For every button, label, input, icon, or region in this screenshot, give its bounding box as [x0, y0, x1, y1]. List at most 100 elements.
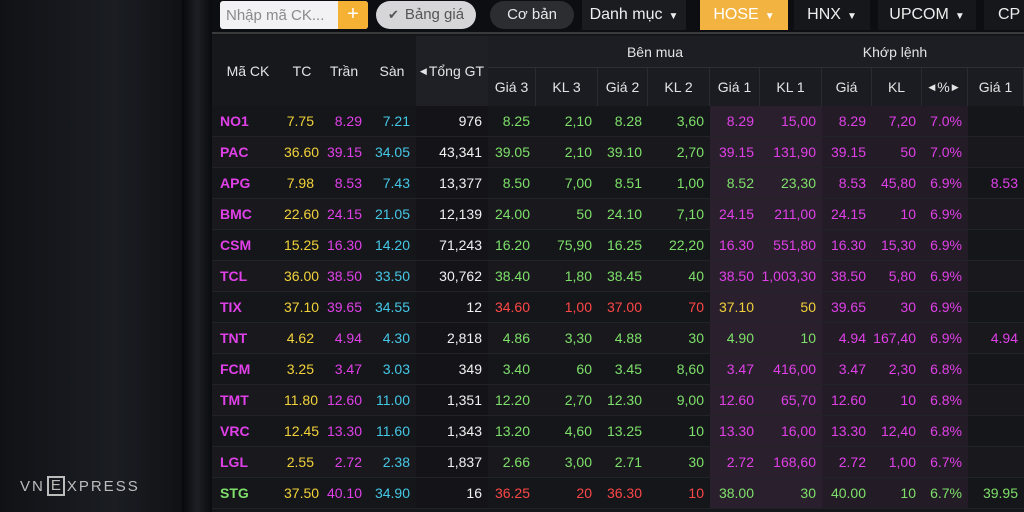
table-row[interactable]: APG 7.98 8.53 7.43 13,377 8.50 7,00 8.51 1,00 8.5… — [212, 168, 1024, 199]
tab-upcom-label: UPCOM — [889, 6, 949, 23]
cell-total: 976 — [416, 106, 488, 136]
table-row[interactable]: NO1 7.75 8.29 7.21 976 8.25 2,10 8.28 3,60 8.29 15… — [212, 106, 1024, 137]
cell-p2: 4.88 — [614, 330, 642, 346]
cell-sp1: 4.94 — [990, 330, 1018, 346]
col-buy-vol1-header[interactable]: KL 1 — [760, 68, 822, 106]
cell-floor: 11.00 — [376, 392, 410, 408]
cell-p1: 13.30 — [710, 416, 760, 446]
col-ceil-header[interactable]: Trần — [320, 36, 368, 106]
table-row[interactable]: BMC 22.60 24.15 21.05 12,139 24.00 50 24.10 7,10… — [212, 199, 1024, 230]
cell-total: 13,377 — [416, 168, 488, 198]
col-symbol-header[interactable]: Mã CK — [212, 36, 284, 106]
cell-ceil: 40.10 — [326, 485, 362, 501]
cell-v3: 50 — [576, 206, 592, 222]
table-row[interactable]: VRC 12.45 13.30 11.60 1,343 13.20 4,60 13.25 10 1… — [212, 416, 1024, 447]
col-buy-price3-header[interactable]: Giá 3 — [488, 68, 536, 106]
cell-sym[interactable]: TIX — [212, 292, 284, 322]
cell-p2: 39.10 — [606, 144, 642, 160]
cell-v2: 40 — [688, 268, 704, 284]
cell-sym[interactable]: TMT — [212, 385, 284, 415]
price-board-button[interactable]: ✔ Bảng giá — [376, 1, 476, 29]
cell-v1: 416,00 — [760, 354, 822, 384]
col-buy-vol2-header[interactable]: KL 2 — [648, 68, 710, 106]
cell-p2: 3.45 — [614, 361, 642, 377]
cell-total: 16 — [416, 478, 488, 508]
tab-hose[interactable]: HOSE ▼ — [700, 0, 788, 30]
col-sell-price1-header[interactable]: Giá 1 — [968, 68, 1024, 106]
cell-v1: 211,00 — [760, 199, 822, 229]
cell-sym[interactable]: CSM — [212, 230, 284, 260]
cell-sym[interactable]: TNT — [212, 323, 284, 353]
tab-hnx[interactable]: HNX ▼ — [794, 0, 870, 30]
monitor-bezel — [182, 0, 212, 512]
table-row[interactable]: TMT 11.80 12.60 11.00 1,351 12.20 2,70 12.30 9,0… — [212, 385, 1024, 416]
cell-sym[interactable]: LGL — [212, 447, 284, 477]
cell-floor: 21.05 — [374, 206, 410, 222]
cell-p1: 37.10 — [710, 292, 760, 322]
cell-p1: 8.52 — [710, 168, 760, 198]
col-buy-vol3-header[interactable]: KL 3 — [536, 68, 598, 106]
cell-v3: 3,30 — [564, 330, 592, 346]
col-match-vol-header[interactable]: KL — [872, 68, 922, 106]
col-buy-price2-header[interactable]: Giá 2 — [598, 68, 648, 106]
cell-p1: 16.30 — [710, 230, 760, 260]
cell-mp: 3.47 — [822, 354, 872, 384]
cell-floor: 11.60 — [376, 423, 410, 439]
cell-ref: 36.60 — [284, 144, 320, 160]
cell-sym[interactable]: PAC — [212, 137, 284, 167]
cell-p3: 34.60 — [494, 299, 530, 315]
cell-sym[interactable]: BMC — [212, 199, 284, 229]
cell-pct: 6.8% — [922, 416, 968, 446]
table-row[interactable]: PAC 36.60 39.15 34.05 43,341 39.05 2,10 39.10 2,… — [212, 137, 1024, 168]
cell-pct: 6.9% — [922, 261, 968, 291]
cell-sp1 — [968, 354, 1024, 384]
cell-sym[interactable]: TCL — [212, 261, 284, 291]
cell-ceil: 12.60 — [326, 392, 362, 408]
cell-sym[interactable]: APG — [212, 168, 284, 198]
col-total-header[interactable]: ◀ Tổng GT — [416, 36, 488, 106]
cell-sym[interactable]: VRC — [212, 416, 284, 446]
table-row[interactable]: LGL 2.55 2.72 2.38 1,837 2.66 3,00 2.71 30 2.72 16… — [212, 447, 1024, 478]
cell-v3: 2,10 — [564, 113, 592, 129]
col-buy-price1-header[interactable]: Giá 1 — [710, 68, 760, 106]
caret-right-icon: ▶ — [951, 81, 959, 92]
col-floor-header[interactable]: Sàn — [368, 36, 416, 106]
cell-v3: 75,90 — [556, 237, 592, 253]
price-board-label: Bảng giá — [404, 6, 465, 23]
cell-ceil: 8.53 — [334, 175, 362, 191]
cell-total: 2,818 — [416, 323, 488, 353]
cell-sym[interactable]: FCM — [212, 354, 284, 384]
table-row[interactable]: FCM 3.25 3.47 3.03 349 3.40 60 3.45 8,60 3.47 416,… — [212, 354, 1024, 385]
cell-v1: 131,90 — [760, 137, 822, 167]
cell-v1: 15,00 — [760, 106, 822, 136]
cell-sym[interactable]: STG — [212, 478, 284, 508]
symbol-search: + — [220, 1, 368, 29]
cell-sym[interactable]: NO1 — [212, 106, 284, 136]
category-dropdown[interactable]: Danh mục ▼ — [582, 0, 686, 30]
cell-ref: 3.25 — [286, 361, 314, 377]
col-match-price-header[interactable]: Giá — [822, 68, 872, 106]
cell-total: 1,351 — [416, 385, 488, 415]
tab-upcom[interactable]: UPCOM ▼ — [878, 0, 976, 30]
group-match-header: Khớp lệnh — [822, 36, 968, 68]
cell-p3: 12.20 — [494, 392, 530, 408]
stock-board-screen: + ✔Bảng giá Cơ bản Danh mục▼ HOSE▼ HNX▼ … — [212, 0, 1024, 512]
cell-floor: 14.20 — [374, 237, 410, 253]
tab-cp[interactable]: CP — [984, 0, 1024, 30]
add-symbol-button[interactable]: + — [338, 1, 368, 29]
cell-floor: 34.90 — [374, 485, 410, 501]
cell-mp: 2.72 — [822, 447, 872, 477]
table-row[interactable]: TNT 4.62 4.94 4.30 2,818 4.86 3,30 4.88 30 4.90 10… — [212, 323, 1024, 354]
basic-button[interactable]: Cơ bản — [490, 1, 574, 29]
col-ref-header[interactable]: TC — [284, 36, 320, 106]
cell-v1: 551,80 — [760, 230, 822, 260]
cell-p2: 16.25 — [606, 237, 642, 253]
table-row[interactable]: STG 37.50 40.10 34.90 16 36.25 20 36.30 10 38.00 3… — [212, 478, 1024, 509]
col-match-pct-header[interactable]: ◀% ▶ — [922, 68, 968, 106]
search-input[interactable] — [220, 1, 340, 29]
table-row[interactable]: TIX 37.10 39.65 34.55 12 34.60 1,00 37.00 70 37.1… — [212, 292, 1024, 323]
table-row[interactable]: TCL 36.00 38.50 33.50 30,762 38.40 1,80 38.45 40… — [212, 261, 1024, 292]
table-row[interactable]: CSM 15.25 16.30 14.20 71,243 16.20 75,90 16.25 2… — [212, 230, 1024, 261]
cell-floor: 3.03 — [382, 361, 410, 377]
cell-v1: 1,003,30 — [760, 261, 822, 291]
